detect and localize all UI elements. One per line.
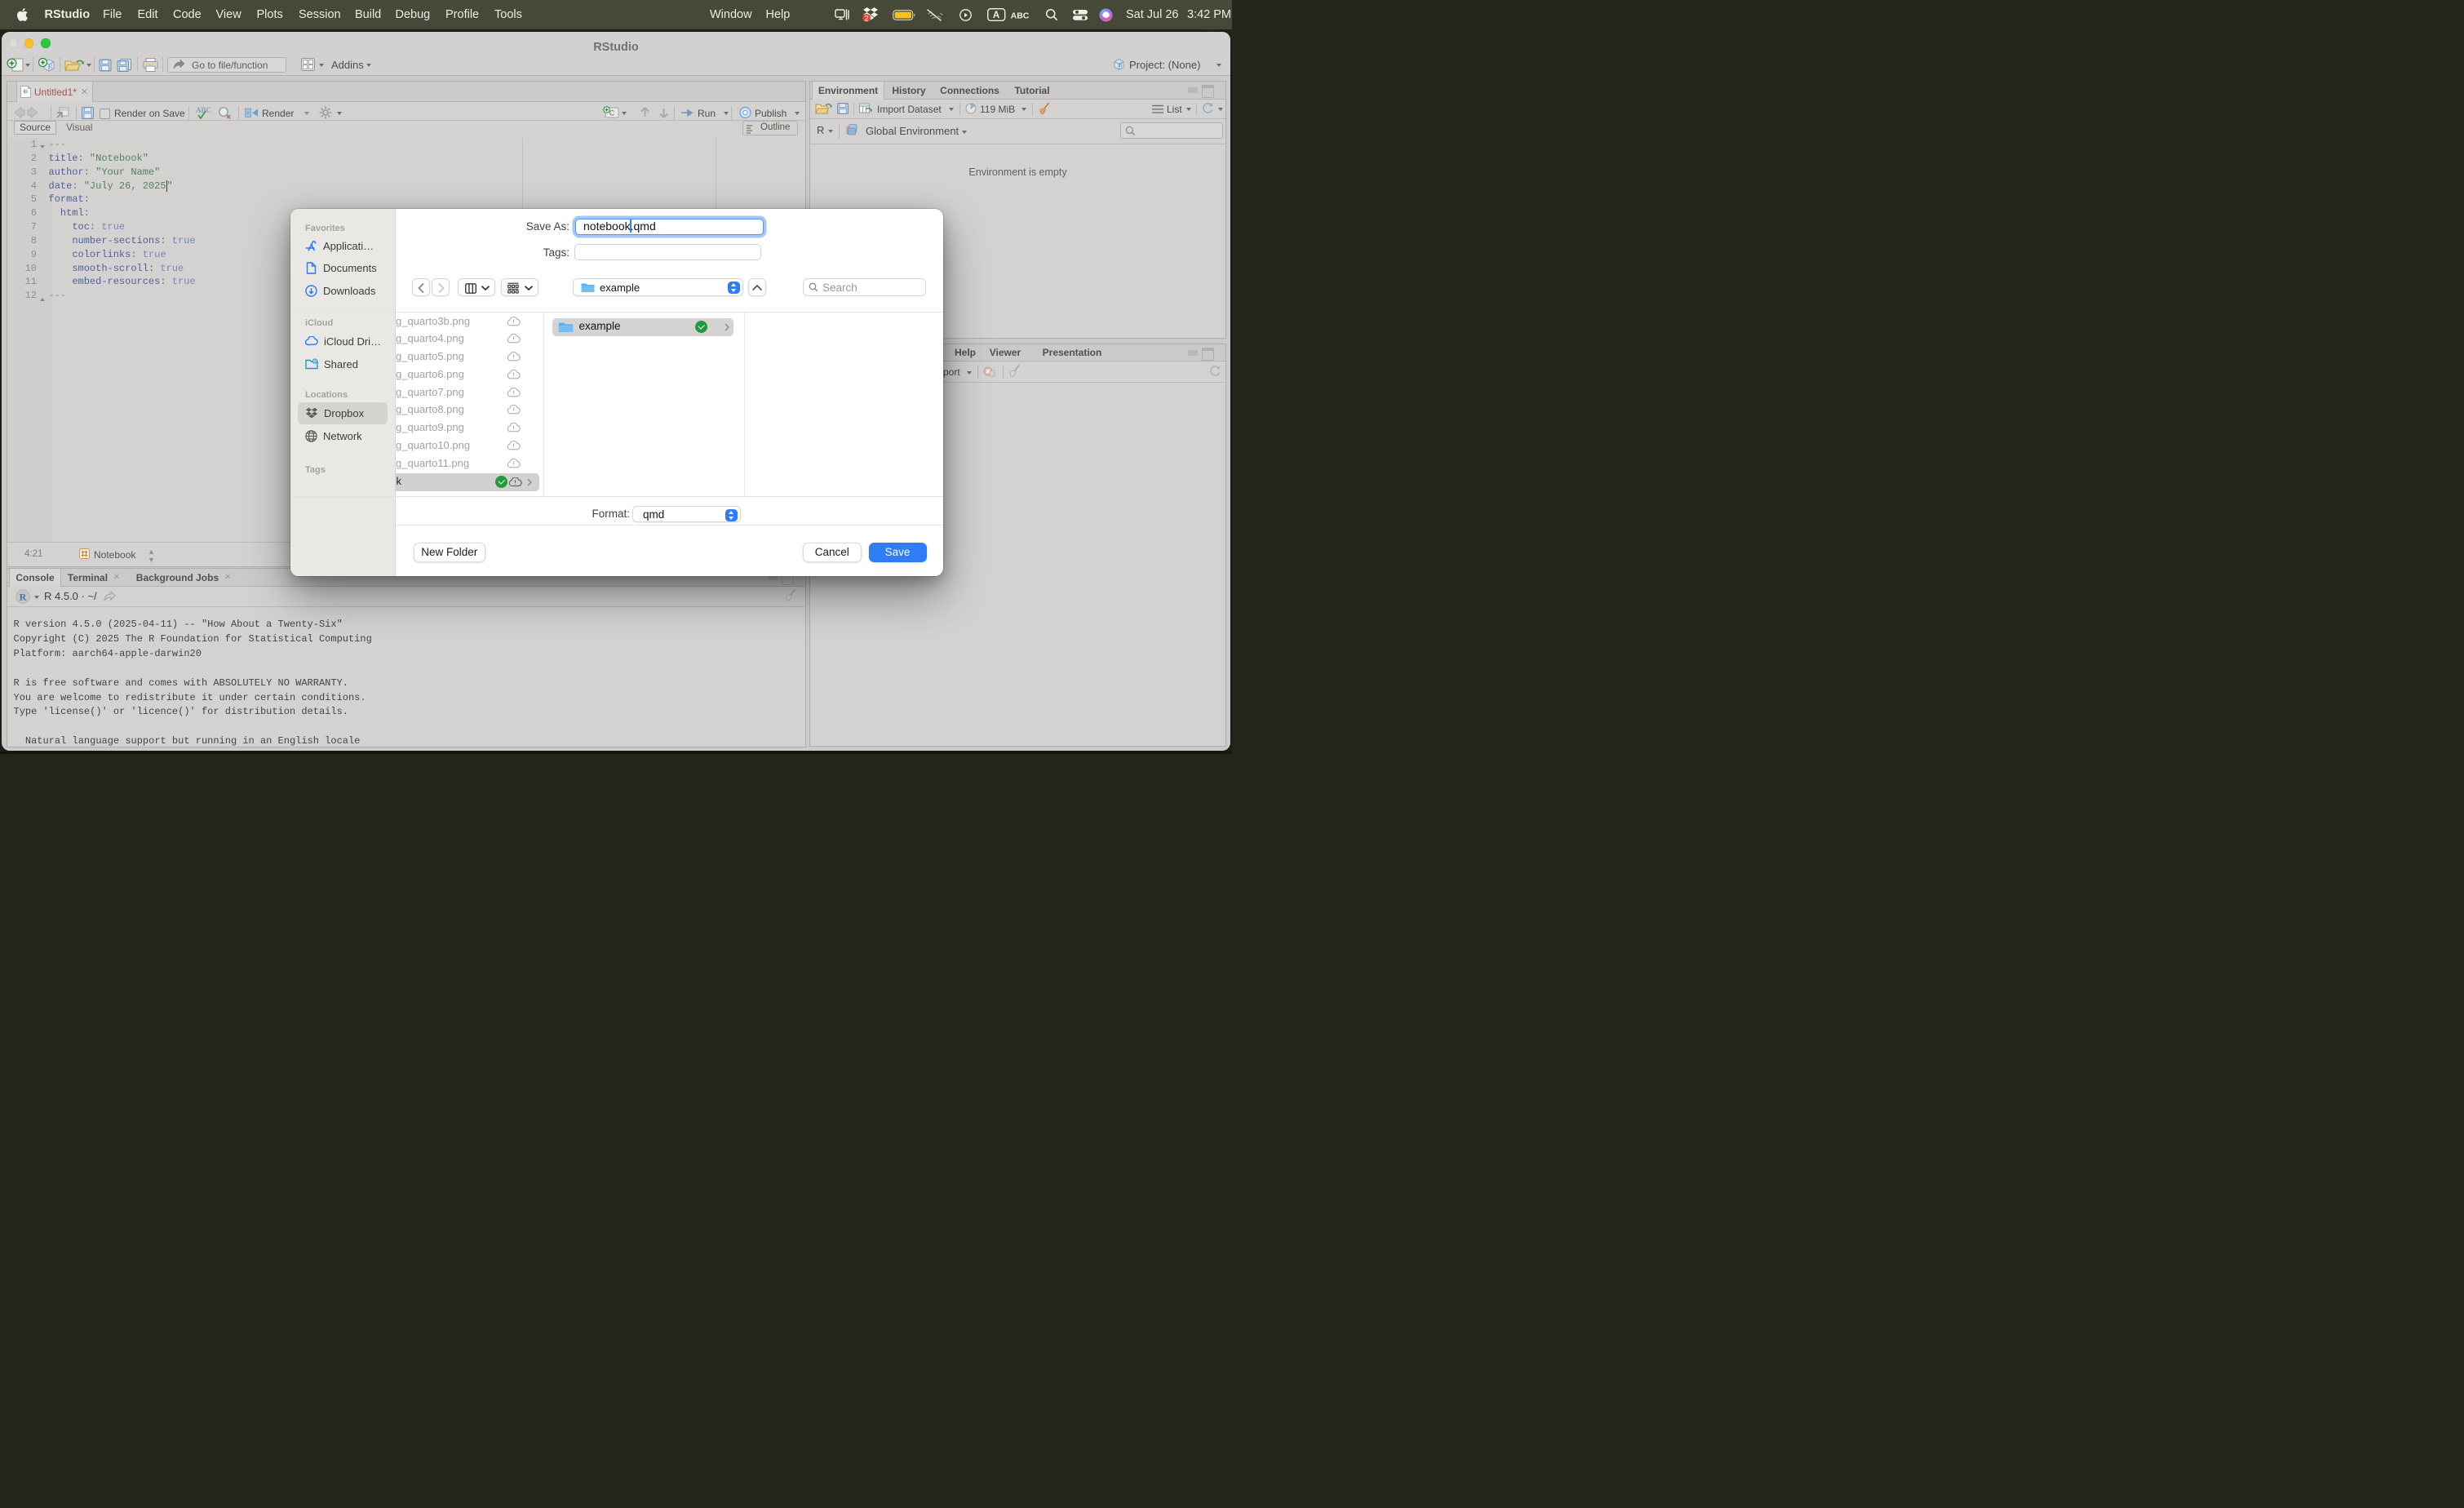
svg-text:R: R (20, 591, 27, 602)
svg-text:C: C (609, 109, 614, 118)
svg-text:A: A (993, 11, 999, 20)
svg-text:ABC: ABC (1011, 11, 1030, 21)
svg-text:2: 2 (864, 15, 868, 23)
svg-text:R: R (48, 63, 53, 70)
svg-text:R: R (1119, 62, 1123, 69)
